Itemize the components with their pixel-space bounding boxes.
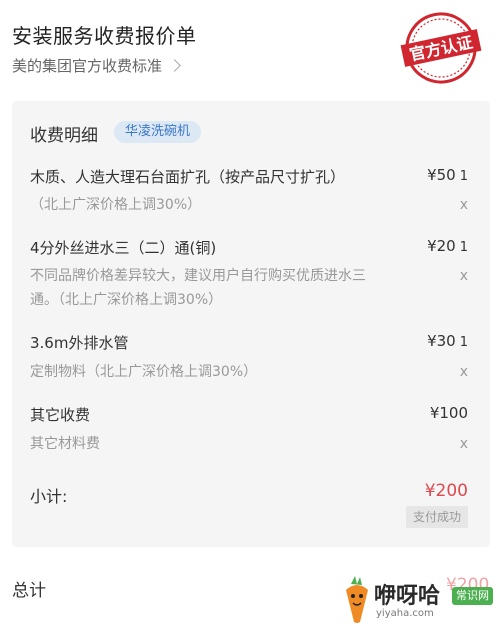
item-price: ¥20	[427, 237, 456, 255]
carrot-mascot-icon	[346, 576, 368, 623]
item-note: 不同品牌价格差异较大，建议用户自行购买优质进水三通。（北上广深价格上调30%）	[30, 268, 366, 308]
item-note: 定制物料（北上广深价格上调30%）	[30, 364, 258, 380]
details-title: 收费明细	[30, 126, 98, 146]
item-price: ¥30	[427, 332, 456, 350]
item-qty: 1	[459, 335, 468, 350]
subtotal-value: ¥200	[424, 481, 468, 501]
watermark-url: yiyaha.com	[376, 608, 434, 619]
pricing-standard-label: 美的集团官方收费标准	[12, 57, 163, 75]
item-multiplier: x	[459, 197, 468, 213]
item-note: 其它材料费	[30, 436, 100, 452]
product-tag: 华凌洗碗机	[114, 121, 202, 143]
page-title: 安装服务收费报价单	[12, 24, 197, 48]
item-multiplier: x	[459, 268, 468, 284]
chevron-right-icon	[168, 59, 181, 72]
charge-details-card: 收费明细 华凌洗碗机 木质、人造大理石台面扩孔（按产品尺寸扩孔） ¥50 1 （北…	[12, 101, 490, 547]
item-price-row: ¥50 1	[427, 166, 468, 184]
subtotal-label: 小计:	[30, 487, 68, 506]
quote-page: 安装服务收费报价单 美的集团官方收费标准 官方认证 收费明细 华凌洗碗机 木质、…	[0, 0, 501, 629]
item-name: 其它收费	[30, 406, 91, 424]
item-price: ¥100	[429, 404, 468, 422]
item-multiplier: x	[459, 436, 468, 452]
item-name: 木质、人造大理石台面扩孔（按产品尺寸扩孔）	[30, 168, 346, 186]
item-price-row: ¥30 1	[427, 332, 468, 350]
payment-status-badge: 支付成功	[405, 506, 468, 528]
item-multiplier: x	[459, 364, 468, 380]
item-qty: 1	[459, 240, 468, 255]
official-certified-stamp: 官方认证	[400, 12, 482, 84]
item-name: 3.6m外排水管	[30, 334, 129, 352]
pricing-standard-link[interactable]: 美的集团官方收费标准	[12, 55, 181, 76]
total-label: 总计	[12, 581, 46, 601]
item-price-row: ¥20 1	[427, 237, 468, 255]
item-name: 4分外丝进水三（二）通(铜)	[30, 239, 217, 257]
site-watermark: 咿呀哈 常识网 yiyaha.com	[340, 574, 500, 626]
item-price: ¥50	[427, 166, 456, 184]
watermark-badge: 常识网	[452, 587, 493, 605]
item-qty: 1	[459, 169, 468, 184]
item-price-row: ¥100	[430, 404, 468, 422]
watermark-text: 咿呀哈	[374, 584, 441, 609]
item-note: （北上广深价格上调30%）	[30, 197, 202, 213]
